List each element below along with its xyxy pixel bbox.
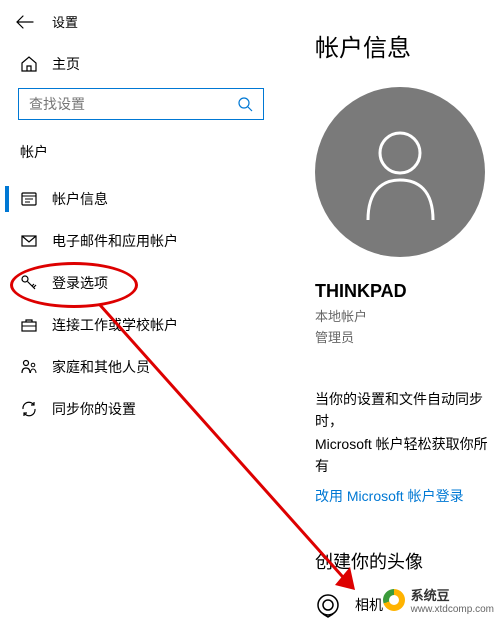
home-icon xyxy=(20,55,38,73)
search-icon xyxy=(237,96,253,112)
account-info-icon xyxy=(20,190,38,208)
watermark-name: 系统豆 xyxy=(411,585,494,604)
account-type-local: 本地帐户 xyxy=(315,306,500,325)
sync-icon xyxy=(20,400,38,418)
nav-label: 帐户信息 xyxy=(52,189,108,209)
sidebar-item-account-info[interactable]: 帐户信息 xyxy=(0,178,280,220)
page-title: 帐户信息 xyxy=(315,28,500,63)
left-panel: 主页 查找设置 帐户 帐户信息 电子邮件和应用帐户 登录选项 xyxy=(0,44,280,430)
search-placeholder: 查找设置 xyxy=(29,94,85,114)
back-arrow-icon[interactable] xyxy=(16,15,36,29)
home-label: 主页 xyxy=(52,54,80,74)
sidebar-item-signin-options[interactable]: 登录选项 xyxy=(0,262,280,304)
account-name: THINKPAD xyxy=(315,281,500,302)
avatar xyxy=(315,87,485,257)
nav-label: 电子邮件和应用帐户 xyxy=(52,231,178,251)
watermark-url: www.xtdcomp.com xyxy=(411,604,494,615)
family-icon xyxy=(20,358,38,376)
sidebar-item-email[interactable]: 电子邮件和应用帐户 xyxy=(0,220,280,262)
nav-label: 家庭和其他人员 xyxy=(52,357,150,377)
camera-label: 相机 xyxy=(355,595,383,615)
camera-icon xyxy=(315,592,341,618)
settings-title: 设置 xyxy=(52,12,78,31)
create-avatar-heading: 创建你的头像 xyxy=(315,548,500,574)
sync-description: 当你的设置和文件自动同步时， Microsoft 帐户轻松获取你所有 xyxy=(315,388,500,478)
nav-list: 帐户信息 电子邮件和应用帐户 登录选项 连接工作或学校帐户 家庭和其他人员 xyxy=(0,178,280,430)
briefcase-icon xyxy=(20,316,38,334)
watermark-logo-icon xyxy=(383,589,405,611)
search-input[interactable]: 查找设置 xyxy=(18,88,264,120)
home-nav[interactable]: 主页 xyxy=(0,44,280,88)
nav-label: 登录选项 xyxy=(52,273,108,293)
key-icon xyxy=(20,274,38,292)
nav-label: 同步你的设置 xyxy=(52,399,136,419)
nav-label: 连接工作或学校帐户 xyxy=(52,315,178,335)
sidebar-item-work-school[interactable]: 连接工作或学校帐户 xyxy=(0,304,280,346)
email-icon xyxy=(20,232,38,250)
account-type-admin: 管理员 xyxy=(315,327,500,346)
use-microsoft-account-link[interactable]: 改用 Microsoft 帐户登录 xyxy=(315,486,500,506)
section-label: 帐户 xyxy=(0,120,280,178)
watermark: 系统豆 www.xtdcomp.com xyxy=(383,585,494,615)
right-panel: 帐户信息 THINKPAD 本地帐户 管理员 当你的设置和文件自动同步时， Mi… xyxy=(315,28,500,618)
sidebar-item-sync[interactable]: 同步你的设置 xyxy=(0,388,280,430)
sidebar-item-family[interactable]: 家庭和其他人员 xyxy=(0,346,280,388)
